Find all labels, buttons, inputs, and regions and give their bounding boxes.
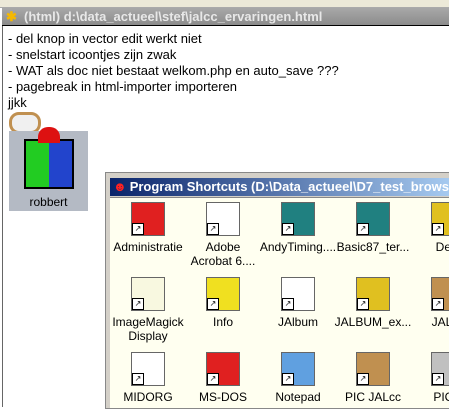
tile-label: robbert xyxy=(29,195,68,209)
shortcut-item[interactable]: MIDORG xyxy=(110,348,187,404)
shortcut-label: Adobe Acrobat 6.... xyxy=(190,240,256,268)
shortcut-label: PIC JALcc xyxy=(344,390,401,404)
shortcut-label: JALcc xyxy=(431,315,449,329)
shortcut-label: AndyTiming.... xyxy=(259,240,337,254)
text-line: - pagebreak in html-importer importeren xyxy=(8,79,238,94)
jalcc-icon xyxy=(431,277,449,311)
robbert-tile[interactable]: robbert xyxy=(9,127,88,211)
text-line: jjkk xyxy=(8,95,27,110)
shortcuts-title: Program Shortcuts (D:\Data_actueel\D7_te… xyxy=(129,179,449,194)
shortcut-item[interactable]: Administratie xyxy=(110,198,187,254)
shortcut-item[interactable]: Info xyxy=(184,273,262,329)
shortcut-label: JALBUM_ex... xyxy=(334,315,412,329)
shortcut-item[interactable]: AndyTiming.... xyxy=(259,198,337,254)
shortcuts-grid: Administratie Adobe Acrobat 6....AndyTimi… xyxy=(110,197,449,408)
devil-icon: ☻ xyxy=(113,179,127,194)
text-line: - del knop in vector edit werkt niet xyxy=(8,31,202,46)
jalcc-icon xyxy=(356,352,390,386)
shortcut-item[interactable]: Adobe Acrobat 6.... xyxy=(184,198,262,268)
top-strip xyxy=(0,0,449,8)
shortcut-item[interactable]: PIC J xyxy=(409,348,449,404)
notepad-icon xyxy=(281,352,315,386)
shortcut-label: Delp xyxy=(435,240,449,254)
shortcut-item[interactable]: Notepad xyxy=(259,348,337,404)
msdos-icon xyxy=(131,202,165,236)
printer-icon xyxy=(131,352,165,386)
pic-icon xyxy=(431,352,449,386)
document-icon xyxy=(206,202,240,236)
shortcut-label: Notepad xyxy=(275,390,321,404)
shortcut-item[interactable]: ImageMagick Display xyxy=(110,273,187,343)
delphi-icon xyxy=(356,277,390,311)
shortcut-label: MIDORG xyxy=(123,390,173,404)
shortcut-item[interactable]: Basic87_ter... xyxy=(334,198,412,254)
shortcut-label: Administratie xyxy=(113,240,183,254)
hardhat-icon xyxy=(206,277,240,311)
window-title: (html) d:\data_actueel\stef\jalcc_ervari… xyxy=(24,9,323,24)
wand-icon xyxy=(131,277,165,311)
document-icon xyxy=(281,277,315,311)
shortcut-item[interactable]: PIC JALcc xyxy=(334,348,412,404)
shortcut-label: Basic87_ter... xyxy=(336,240,410,254)
shortcut-label: Info xyxy=(212,315,233,329)
lightning-globe-icon xyxy=(281,202,315,236)
text-line: - snelstart icoontjes zijn zwak xyxy=(8,47,177,62)
shortcut-item[interactable]: MS-DOS xyxy=(184,348,262,404)
shortcut-label: JAlbum xyxy=(277,315,318,329)
delphi-icon xyxy=(431,202,449,236)
shortcut-item[interactable]: Delp xyxy=(409,198,449,254)
title-bar: ✱ (html) d:\data_actueel\stef\jalcc_ervar… xyxy=(2,8,449,26)
shortcut-item[interactable]: JALcc xyxy=(409,273,449,329)
text-line: - WAT als doc niet bestaat welkom.php en… xyxy=(8,63,339,78)
shortcut-label: ImageMagick Display xyxy=(112,315,184,343)
msdos-icon xyxy=(206,352,240,386)
book-devil-icon xyxy=(23,127,74,189)
lightning-globe-icon xyxy=(356,202,390,236)
program-shortcuts-window: ☻ Program Shortcuts (D:\Data_actueel\D7_t… xyxy=(105,172,449,409)
shortcut-label: MS-DOS xyxy=(199,390,247,404)
shortcut-item[interactable]: JALBUM_ex... xyxy=(334,273,412,329)
app-icon: ✱ xyxy=(6,9,17,24)
shortcut-label: PIC J xyxy=(433,390,449,404)
shortcut-item[interactable]: JAlbum xyxy=(259,273,337,329)
shortcuts-title-bar[interactable]: ☻ Program Shortcuts (D:\Data_actueel\D7_t… xyxy=(110,178,449,196)
